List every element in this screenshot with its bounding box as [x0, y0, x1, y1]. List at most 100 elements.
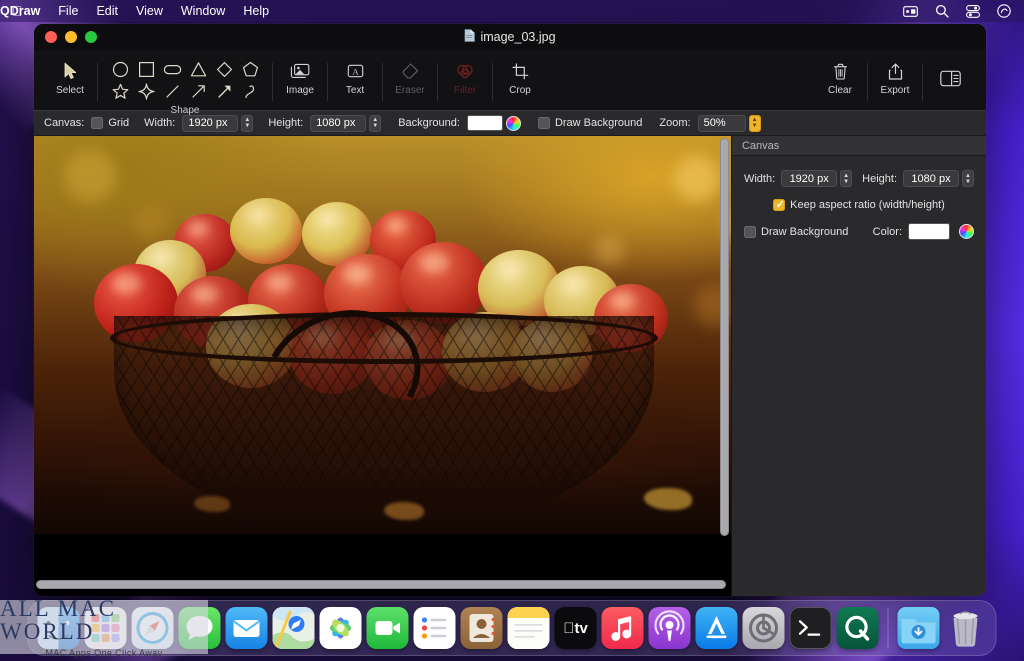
- inspector-width-group: 1920 px ▲ ▼: [781, 170, 853, 187]
- color-wheel-icon[interactable]: [505, 115, 521, 131]
- draw-background-checkbox[interactable]: Draw Background: [537, 117, 642, 129]
- dock-item-music[interactable]: [601, 607, 644, 649]
- inspector-color-label: Color:: [872, 225, 902, 238]
- dock-item-maps[interactable]: [272, 607, 315, 649]
- dock-item-contacts[interactable]: [460, 607, 503, 649]
- dock-item-facetime[interactable]: [366, 607, 409, 649]
- line-shape-icon[interactable]: [159, 81, 185, 101]
- control-center-icon[interactable]: [966, 4, 980, 18]
- background-label: Background:: [398, 117, 460, 129]
- keep-aspect-ratio-checkbox[interactable]: Keep aspect ratio (width/height): [773, 198, 945, 211]
- triangle-shape-icon[interactable]: [185, 59, 211, 79]
- apple-logo-icon[interactable]: : [12, 4, 23, 18]
- dock-item-qdraw[interactable]: [836, 607, 879, 649]
- clear-button-label: Clear: [828, 85, 852, 96]
- share-up-icon: [888, 61, 903, 81]
- diamond-shape-icon[interactable]: [211, 59, 237, 79]
- inspector-body: Width: 1920 px ▲▼ Height: 1080 px ▲▼ Kee…: [732, 156, 986, 240]
- select-tool[interactable]: Select: [48, 54, 92, 96]
- inspector-color-swatch[interactable]: [908, 223, 950, 240]
- inspector-width-input[interactable]: 1920 px: [781, 170, 838, 187]
- background-color-group: [466, 115, 521, 131]
- text-tool[interactable]: A Text: [333, 54, 377, 96]
- height-stepper[interactable]: ▲ ▼: [369, 114, 382, 132]
- width-input[interactable]: 1920 px: [182, 114, 239, 132]
- eraser-tool-label: Eraser: [395, 85, 425, 96]
- zoom-input[interactable]: 50%: [697, 114, 746, 132]
- zoom-button[interactable]: [85, 31, 97, 43]
- inspector-width-label: Width:: [743, 172, 776, 185]
- window-title-bar: image_03.jpg: [34, 24, 986, 50]
- dock-item-terminal[interactable]: [789, 607, 832, 649]
- height-input[interactable]: 1080 px: [310, 114, 367, 132]
- menu-item-window[interactable]: Window: [181, 4, 225, 18]
- arrow-shape-icon[interactable]: [185, 81, 211, 101]
- background-color-swatch[interactable]: [466, 115, 503, 131]
- star-shape-icon[interactable]: [107, 81, 133, 101]
- bokeh-light: [594, 236, 624, 266]
- display-icon[interactable]: [903, 5, 918, 17]
- dock-item-system-settings[interactable]: [742, 607, 785, 649]
- menu-item-view[interactable]: View: [136, 4, 163, 18]
- grid-checkbox[interactable]: Grid: [91, 117, 129, 129]
- canvas-area[interactable]: [34, 136, 731, 596]
- pentagon-shape-icon[interactable]: [237, 59, 263, 79]
- filter-icon: [456, 61, 475, 81]
- photo-icon: [290, 61, 310, 81]
- sidebar-toggle-button[interactable]: [928, 54, 972, 88]
- crop-icon: [511, 61, 529, 81]
- dock-item-downloads-folder[interactable]: [897, 607, 940, 649]
- inspector-color-wheel-icon[interactable]: [959, 224, 974, 239]
- shape-grid: [107, 54, 263, 101]
- minimize-button[interactable]: [65, 31, 77, 43]
- dock-item-reminders[interactable]: [413, 607, 456, 649]
- thick-arrow-shape-icon[interactable]: [211, 81, 237, 101]
- inspector-draw-background-checkbox[interactable]: Draw Background: [743, 225, 849, 238]
- zoom-field-group: 50% ▲ ▼: [697, 114, 761, 132]
- horizontal-scrollbar[interactable]: [36, 580, 726, 589]
- dock-item-podcasts[interactable]: [648, 607, 691, 649]
- height-label: Height:: [268, 117, 304, 129]
- dock-item-notes[interactable]: [507, 607, 550, 649]
- menu-item-edit[interactable]: Edit: [96, 4, 118, 18]
- circle-shape-icon[interactable]: [107, 59, 133, 79]
- square-shape-icon[interactable]: [133, 59, 159, 79]
- siri-icon[interactable]: [997, 4, 1011, 18]
- document-icon: [464, 29, 476, 45]
- sparkle-shape-icon[interactable]: [133, 81, 159, 101]
- toolbar-divider: [327, 63, 328, 101]
- search-icon[interactable]: [935, 4, 949, 18]
- canvas-photo: [34, 136, 731, 534]
- menu-bar:  QDraw File Edit View Window Help: [0, 0, 1024, 22]
- grid-checkbox-label: Grid: [108, 117, 130, 129]
- sidebar-toggle-icon: [939, 68, 961, 88]
- dock-item-mail[interactable]: [225, 607, 268, 649]
- dock-item-trash[interactable]: [945, 607, 987, 649]
- inspector-draw-background-label: Draw Background: [760, 225, 849, 238]
- close-button[interactable]: [45, 31, 57, 43]
- keep-aspect-ratio-checkbox-box: [773, 198, 786, 211]
- text-tool-label: Text: [345, 85, 365, 96]
- clear-button[interactable]: Clear: [818, 54, 862, 96]
- zoom-stepper[interactable]: ▲ ▼: [748, 114, 761, 132]
- menu-item-help[interactable]: Help: [243, 4, 269, 18]
- inspector-height-stepper[interactable]: ▲ ▼: [962, 170, 974, 187]
- rounded-rect-shape-icon[interactable]: [159, 59, 185, 79]
- width-stepper[interactable]: ▲ ▼: [241, 114, 254, 132]
- menu-item-file[interactable]: File: [58, 4, 78, 18]
- toolbar-divider: [97, 63, 98, 101]
- vertical-scrollbar[interactable]: [719, 138, 729, 536]
- inspector-width-stepper[interactable]: ▲ ▼: [840, 170, 853, 187]
- filter-tool[interactable]: Filter: [443, 54, 487, 96]
- dock-item-app-store[interactable]: [695, 607, 738, 649]
- inspector-height-input[interactable]: 1080 px: [903, 170, 959, 187]
- curve-shape-icon[interactable]: [237, 81, 263, 101]
- watermark:  ALL MAC WORLD MAC Apps One Click Away: [0, 597, 208, 658]
- crop-tool[interactable]: Crop: [498, 54, 542, 96]
- dock-item-apple-tv[interactable]: tv: [554, 607, 597, 649]
- dock-item-photos[interactable]: [319, 607, 362, 649]
- image-tool[interactable]: Image: [278, 54, 322, 96]
- eraser-tool[interactable]: Eraser: [388, 54, 432, 96]
- document-title-text: image_03.jpg: [480, 30, 556, 44]
- export-button[interactable]: Export: [873, 54, 917, 96]
